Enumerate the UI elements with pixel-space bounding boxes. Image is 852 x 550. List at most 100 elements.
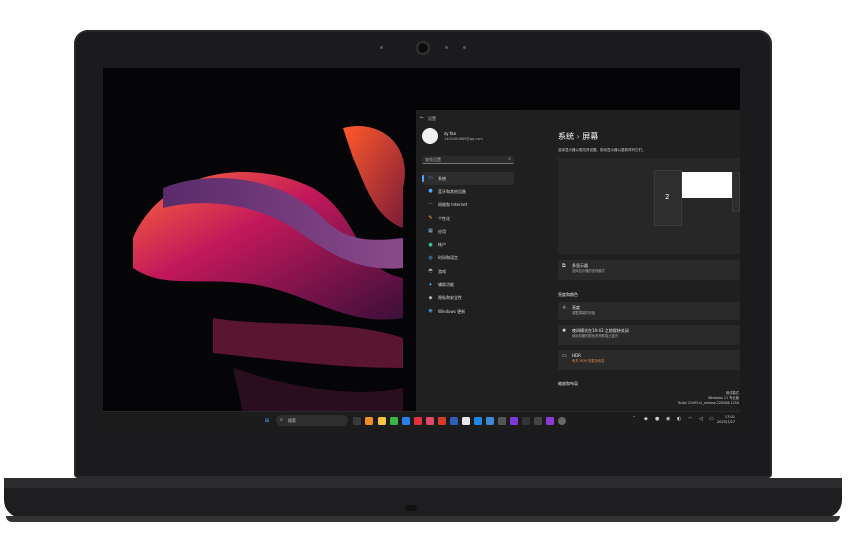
monitor-2-label: 2 [665,193,670,201]
vscode-icon[interactable] [402,417,410,425]
sidebar-item-label: 蓝牙和其他设备 [438,188,466,194]
update-icon: ◉ [428,308,433,315]
user-email: 1402400865@qq.com [444,137,483,141]
wifi-icon: ◠ [428,201,433,208]
sidebar-item[interactable]: ◉ Windows 更新 [422,305,514,318]
avatar[interactable] [422,128,438,144]
breadcrumb-parent[interactable]: 系统 [558,132,574,141]
sidebar-item-label: 系统 [438,175,446,181]
edge-icon[interactable] [474,417,482,425]
section-brightness: 亮度和颜色 [558,292,578,297]
sidebar-item[interactable]: ◍ 时间和语言 [422,252,514,265]
webcam [418,43,428,53]
sidebar-item-label: 网络和 Internet [438,202,468,208]
file-explorer-icon[interactable] [378,417,386,425]
tray-app-icon[interactable]: ● [655,416,659,422]
bluetooth-icon: ● [428,188,433,195]
sidebar-item[interactable]: ◠ 网络和 Internet [422,199,514,212]
app-icon[interactable] [426,417,434,425]
sidebar-item[interactable]: ◆ 隐私和安全性 [422,292,514,305]
battery-icon[interactable]: ▭ [709,416,714,422]
app-icon[interactable] [414,417,422,425]
sidebar-item[interactable]: ● 帐户 [422,238,514,251]
display-arrangement: 2 [558,158,740,254]
app-icon[interactable] [510,417,518,425]
multi-display-card[interactable]: ⧉ 多显示器 选择显示器的呈现模式 [558,260,740,280]
user-name: zy fan [444,131,457,136]
accessibility-icon: ✦ [428,281,433,288]
word-icon[interactable] [450,417,458,425]
monitor-3[interactable] [732,172,740,212]
app-icon[interactable] [534,417,542,425]
volume-icon[interactable]: ◁ [699,416,703,422]
search-icon: ⌕ [280,417,283,423]
globe-icon: ◍ [428,254,433,261]
app-icon[interactable] [438,417,446,425]
sidebar-nav: ▭ 系统 ● 蓝牙和其他设备 ◠ 网络和 Internet ✎ 个性化 ▦ 应用 ● 帐户 ◍ 时间和语言… [422,172,514,318]
search-input[interactable]: 查找设置 ⌕ [422,156,514,164]
sidebar-item-label: 个性化 [438,215,450,221]
monitor-1[interactable] [682,172,732,198]
app-icon[interactable] [462,417,470,425]
window-title: 设置 [428,116,436,121]
settings-gear-icon[interactable] [558,417,566,425]
app-icon[interactable] [390,417,398,425]
brush-icon: ✎ [428,215,433,222]
settings-sidebar: ← 设置 zy fan 1402400865@qq.com 查找设置 ⌕ ▭ 系统… [416,110,520,412]
start-icon[interactable]: ⊞ [263,417,271,425]
tray-app-icon[interactable]: ◐ [677,416,681,422]
sidebar-item[interactable]: ✎ 个性化 [422,212,514,225]
brightness-card[interactable]: ☼ 亮度 调整屏幕的亮度 [558,302,740,320]
sensor-dot [380,46,383,49]
sidebar-item-label: 辅助功能 [438,282,454,288]
hdr-card[interactable]: ▭ HDR 有关 HDR 的更多信息 [558,350,740,370]
monitor-2[interactable]: 2 [654,170,682,226]
chevron-up-icon[interactable]: ˄ [633,416,636,422]
terminal-icon[interactable] [522,417,530,425]
search-icon: ⌕ [508,156,511,162]
sidebar-item[interactable]: ◓ 游戏 [422,265,514,278]
watermark-line-3: Build 23493.ni_release.220506-1250 [678,401,739,405]
laptop-frame: ← 设置 zy fan 1402400865@qq.com 查找设置 ⌕ ▭ 系统… [0,0,852,550]
test-mode-watermark: 测试模式 Windows 11 专业版 Build 23493.ni_relea… [663,391,739,406]
shield-icon: ◆ [428,294,433,301]
taskbar-clock[interactable]: 17:01 2023/7/27 [717,415,735,425]
tray-app-icon[interactable]: ◉ [666,416,670,422]
sidebar-item-label: 帐户 [438,242,446,248]
sidebar-item[interactable]: ▭ 系统 [422,172,514,186]
night-light-icon: ✹ [562,328,567,334]
visual-studio-icon[interactable] [546,417,554,425]
account-icon: ● [428,241,433,248]
gamepad-icon: ◓ [428,268,433,275]
monitor-icon: ▭ [428,175,433,182]
settings-window: ← 设置 zy fan 1402400865@qq.com 查找设置 ⌕ ▭ 系统… [416,110,740,412]
taskbar-search[interactable]: ⌕ 搜索 [276,415,348,426]
wifi-icon[interactable]: ◠ [688,416,692,422]
back-button[interactable]: ← [420,115,424,121]
search-placeholder: 查找设置 [425,157,441,162]
app-icon[interactable] [365,417,373,425]
app-icon[interactable] [486,417,494,425]
task-view-icon[interactable] [353,417,361,425]
page-title: 屏幕 [582,132,599,141]
sidebar-item[interactable]: ✦ 辅助功能 [422,278,514,291]
breadcrumb: 系统 › 屏幕 [558,131,598,142]
sun-icon: ☼ [562,305,567,311]
sidebar-item[interactable]: ▦ 应用 [422,225,514,238]
taskbar-search-label: 搜索 [288,418,296,423]
multi-display-icon: ⧉ [562,263,566,269]
night-light-card[interactable]: ✹ 夜间模式在19:43 之前保持关闭 使用较暖的颜色来帮助阻止蓝光 [558,325,740,345]
laptop-screen: ← 设置 zy fan 1402400865@qq.com 查找设置 ⌕ ▭ 系统… [103,68,740,429]
night-light-subtitle: 使用较暖的颜色来帮助阻止蓝光 [572,334,619,338]
apps-icon: ▦ [428,228,433,235]
app-icon[interactable] [498,417,506,425]
settings-main: 系统 › 屏幕 选择显示器以更改其设置。拖动显示器以重新排列它们。 2 ⧉ 多显… [554,110,740,412]
multi-display-subtitle: 选择显示器的呈现模式 [572,269,605,273]
section-scale: 缩放和布局 [558,381,578,386]
laptop-base-edge [6,516,840,522]
sidebar-item[interactable]: ● 蓝牙和其他设备 [422,185,514,198]
sidebar-item-label: 隐私和安全性 [438,295,462,301]
sidebar-item-label: 应用 [438,228,446,234]
lid-notch [405,505,417,511]
tray-app-icon[interactable]: ◆ [644,416,648,422]
